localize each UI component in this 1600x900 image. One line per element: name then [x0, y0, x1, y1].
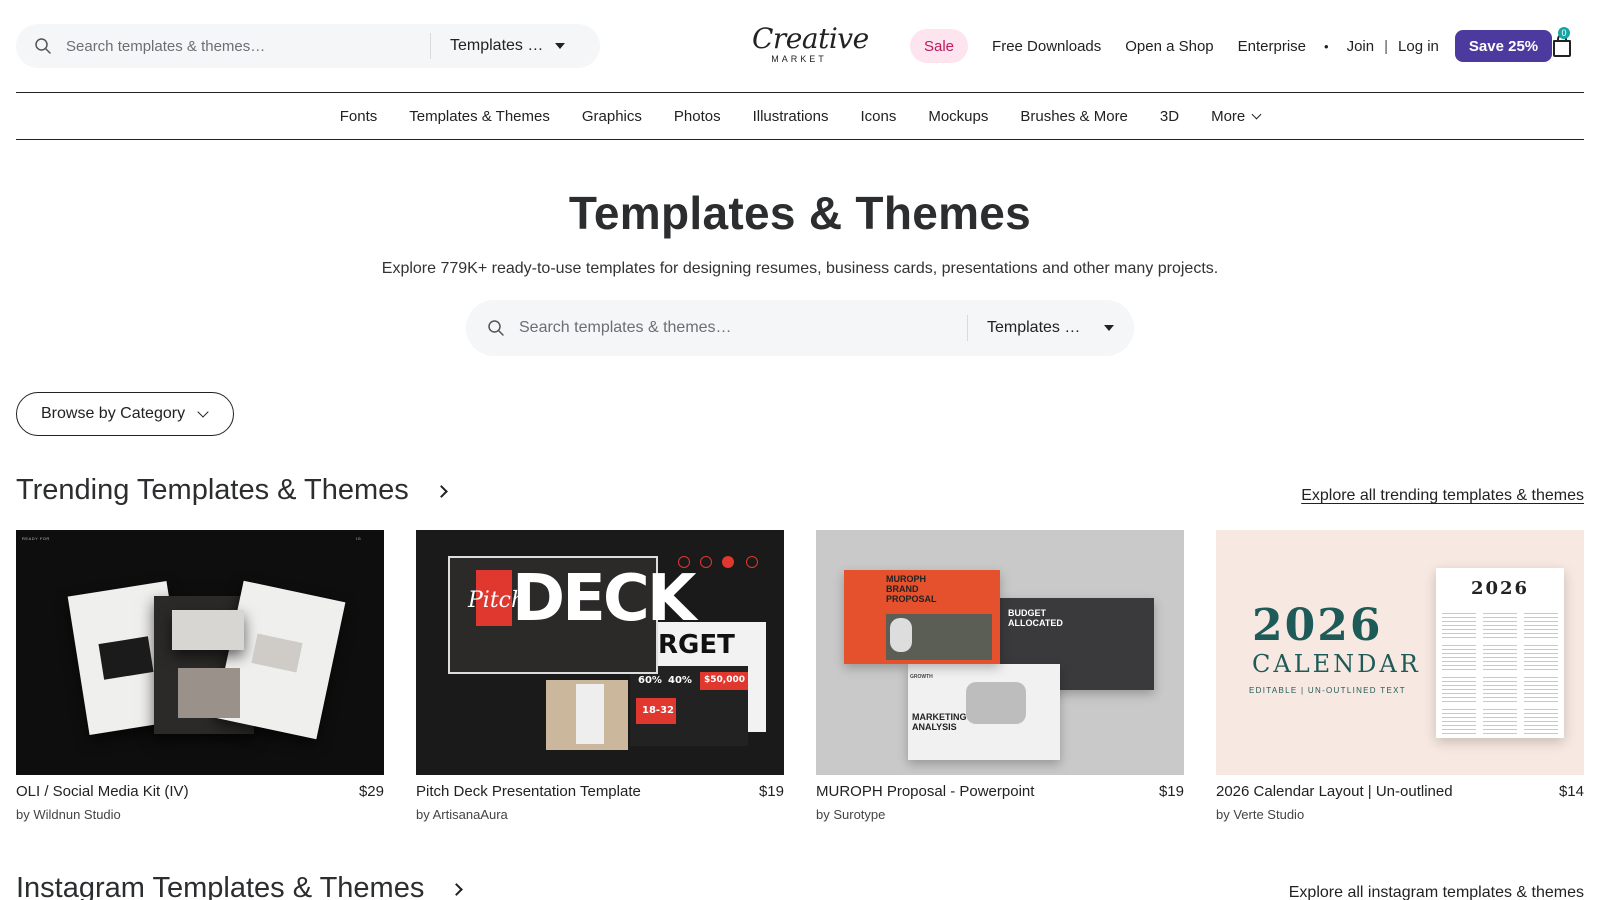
- product-card[interactable]: RGET $50,000 60% 40% 18-32 Pitch DECK Pi…: [416, 530, 784, 825]
- thumb-big-word: DECK: [512, 562, 696, 636]
- sale-link[interactable]: Sale: [910, 29, 969, 63]
- product-meta: Pitch Deck Presentation Template $19 by …: [416, 775, 784, 825]
- browse-label: Browse by Category: [41, 405, 186, 422]
- free-downloads-link[interactable]: Free Downloads: [992, 38, 1101, 55]
- thumb-pct-b: 40%: [668, 675, 692, 686]
- cart-count-badge: 0: [1558, 27, 1570, 39]
- browse-by-category-button[interactable]: Browse by Category: [16, 392, 234, 436]
- poster-year: 2026: [1470, 578, 1530, 599]
- product-price: $14: [1558, 783, 1584, 800]
- instagram-section-title[interactable]: Instagram Templates & Themes: [16, 872, 464, 900]
- product-card[interactable]: 2026 CALENDAR EDITABLE | UN-OUTLINED TEX…: [1216, 530, 1584, 825]
- category-icons[interactable]: Icons: [860, 108, 896, 125]
- login-link[interactable]: Log in: [1398, 38, 1439, 55]
- chevron-down-icon: [1251, 109, 1262, 119]
- product-meta: OLI / Social Media Kit (IV) $29 by Wildn…: [16, 775, 384, 825]
- select-value: Templates …: [450, 37, 544, 54]
- category-more[interactable]: More: [1211, 107, 1262, 125]
- product-card[interactable]: READY FOR IG OLI / Social Media Kit (IV)…: [16, 530, 384, 825]
- category-more-label: More: [1211, 107, 1246, 125]
- thumb-calendar: CALENDAR: [1252, 650, 1421, 678]
- page-title: Templates & Themes: [568, 187, 1032, 239]
- caret-down-icon: [555, 43, 565, 49]
- trending-title-text: Trending Templates & Themes: [16, 474, 409, 506]
- product-thumbnail[interactable]: BUDGET ALLOCATED MARKETING ANALYSIS MURO…: [816, 530, 1184, 775]
- calendar-poster: 2026: [1436, 568, 1564, 738]
- product-price: $19: [1158, 783, 1184, 800]
- hero-search-input[interactable]: [519, 319, 961, 337]
- thumb-marketing: MARKETING ANALYSIS: [912, 712, 967, 732]
- explore-trending-link[interactable]: Explore all trending templates & themes: [1301, 487, 1584, 505]
- product-price: $19: [758, 783, 784, 800]
- thumb-editable: EDITABLE | UN-OUTLINED TEXT: [1249, 686, 1406, 695]
- header-nav: Sale Free Downloads Open a Shop Enterpri…: [910, 29, 1553, 63]
- caret-down-icon: [1104, 325, 1114, 331]
- header-search-bar: Templates …: [16, 24, 600, 68]
- product-card[interactable]: BUDGET ALLOCATED MARKETING ANALYSIS MURO…: [816, 530, 1184, 825]
- dot-separator: •: [1324, 38, 1329, 54]
- product-thumbnail[interactable]: 2026 CALENDAR EDITABLE | UN-OUTLINED TEX…: [1216, 530, 1584, 775]
- search-icon[interactable]: [34, 37, 52, 55]
- header-search-category-select[interactable]: Templates …: [431, 37, 585, 55]
- product-name[interactable]: OLI / Social Media Kit (IV): [16, 783, 189, 800]
- search-icon[interactable]: [487, 319, 505, 337]
- open-shop-link[interactable]: Open a Shop: [1125, 38, 1213, 55]
- page-subtitle: Explore 779K+ ready-to-use templates for…: [381, 260, 1219, 277]
- product-author[interactable]: by Verte Studio: [1216, 807, 1304, 822]
- product-name[interactable]: 2026 Calendar Layout | Un-outlined: [1216, 783, 1453, 800]
- product-name[interactable]: MUROPH Proposal - Powerpoint: [816, 783, 1034, 800]
- header-search-input[interactable]: [66, 37, 422, 55]
- category-templates-themes[interactable]: Templates & Themes: [409, 108, 550, 125]
- explore-instagram-link[interactable]: Explore all instagram templates & themes: [1289, 884, 1584, 900]
- category-mockups[interactable]: Mockups: [928, 108, 988, 125]
- thumb-brand: MUROPH BRAND PROPOSAL: [886, 574, 937, 604]
- logo-script: Creative: [752, 22, 869, 55]
- product-price: $29: [358, 783, 384, 800]
- thumb-budget: BUDGET ALLOCATED: [1008, 608, 1063, 628]
- product-name[interactable]: Pitch Deck Presentation Template: [416, 783, 641, 800]
- thumb-growth: GROWTH: [910, 674, 933, 680]
- category-graphics[interactable]: Graphics: [582, 108, 642, 125]
- chevron-right-icon: [450, 883, 464, 896]
- product-author[interactable]: by Wildnun Studio: [16, 807, 121, 822]
- enterprise-link[interactable]: Enterprise: [1238, 38, 1306, 55]
- category-nav: Fonts Templates & Themes Graphics Photos…: [16, 92, 1584, 140]
- product-meta: MUROPH Proposal - Powerpoint $19 by Suro…: [816, 775, 1184, 825]
- product-author[interactable]: by ArtisanaAura: [416, 807, 508, 822]
- creative-market-logo[interactable]: Creative MARKET: [752, 22, 869, 66]
- join-link[interactable]: Join: [1347, 38, 1375, 55]
- pipe-separator: |: [1384, 37, 1389, 55]
- category-3d[interactable]: 3D: [1160, 108, 1179, 125]
- product-thumbnail[interactable]: READY FOR IG: [16, 530, 384, 775]
- product-author[interactable]: by Surotype: [816, 807, 885, 822]
- product-thumbnail[interactable]: RGET $50,000 60% 40% 18-32 Pitch DECK: [416, 530, 784, 775]
- hero-search-bar: Templates …: [466, 300, 1134, 356]
- thumb-age: 18-32: [642, 705, 674, 716]
- product-meta: 2026 Calendar Layout | Un-outlined $14 b…: [1216, 775, 1584, 825]
- chevron-right-icon: [434, 485, 448, 498]
- chevron-down-icon: [197, 406, 209, 418]
- thumb-year: 2026: [1252, 600, 1383, 651]
- category-brushes-more[interactable]: Brushes & More: [1020, 108, 1128, 125]
- category-illustrations[interactable]: Illustrations: [753, 108, 829, 125]
- instagram-title-text: Instagram Templates & Themes: [16, 872, 425, 900]
- hero-search-category-select[interactable]: Templates …: [968, 319, 1134, 337]
- top-header: Templates … Creative MARKET Sale Free Do…: [0, 0, 1600, 92]
- save-25-button[interactable]: Save 25%: [1454, 30, 1553, 62]
- category-photos[interactable]: Photos: [674, 108, 721, 125]
- select-value: Templates …: [987, 319, 1081, 336]
- thumb-amount: $50,000: [704, 675, 745, 685]
- thumb-pct-a: 60%: [638, 675, 662, 686]
- trending-section-title[interactable]: Trending Templates & Themes: [16, 474, 448, 507]
- category-fonts[interactable]: Fonts: [340, 108, 378, 125]
- logo-sub: MARKET: [771, 54, 827, 64]
